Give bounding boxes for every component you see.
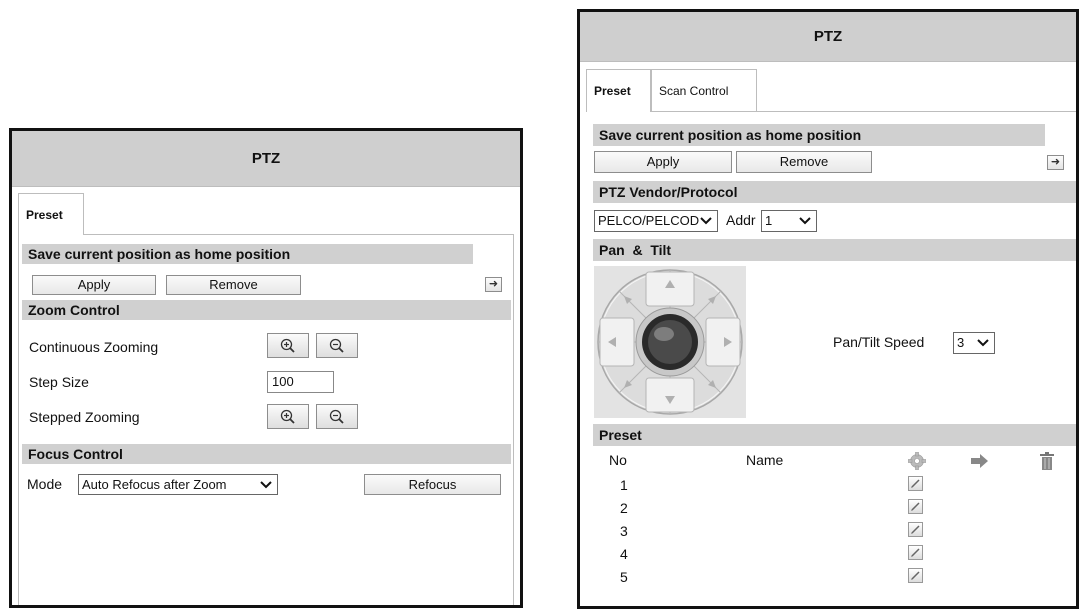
addr-label: Addr [726, 212, 756, 228]
continuous-zooming-label: Continuous Zooming [29, 339, 159, 355]
home-position-header: Save current position as home position [22, 244, 473, 264]
focus-control-header: Focus Control [22, 444, 511, 464]
preset-row-no: 5 [620, 569, 628, 585]
ptz-panel-left: PTZ Preset Save current position as home… [9, 128, 523, 608]
tab-preset[interactable]: Preset [586, 69, 651, 112]
vendor-select[interactable]: PELCO/PELCOD [594, 210, 718, 232]
column-name: Name [746, 452, 784, 468]
pan-tilt-joystick[interactable] [594, 266, 746, 418]
edit-pencil-icon[interactable] [908, 499, 923, 514]
remove-button[interactable]: Remove [736, 151, 872, 173]
refocus-button[interactable]: Refocus [364, 474, 501, 495]
tab-preset[interactable]: Preset [18, 193, 84, 235]
zoom-control-header: Zoom Control [22, 300, 511, 320]
stepped-zoom-in-button[interactable] [267, 404, 309, 429]
stepped-zooming-label: Stepped Zooming [29, 409, 140, 425]
pan-tilt-header: Pan & Tilt [593, 239, 1076, 261]
addr-select-value: 1 [765, 213, 773, 228]
step-size-label: Step Size [29, 374, 89, 390]
edit-pencil-icon[interactable] [908, 545, 923, 560]
zoom-in-icon [280, 338, 295, 353]
mode-select[interactable]: Auto Refocus after Zoom [78, 474, 278, 495]
preset-row-no: 2 [620, 500, 628, 516]
mode-select-value: Auto Refocus after Zoom [82, 477, 227, 492]
remove-button[interactable]: Remove [166, 275, 301, 295]
chevron-down-icon [976, 333, 990, 353]
edit-pencil-icon[interactable] [908, 522, 923, 537]
preset-row-no: 4 [620, 546, 628, 562]
gear-icon [908, 452, 926, 470]
continuous-zoom-in-button[interactable] [267, 333, 309, 358]
arrow-right-icon[interactable]: ➜ [485, 277, 502, 292]
mode-label: Mode [27, 476, 63, 492]
home-position-header: Save current position as home position [593, 124, 1045, 146]
ptz-panel-right: PTZ Preset Scan Control Save current pos… [577, 9, 1079, 609]
edit-pencil-icon[interactable] [908, 476, 923, 491]
tab-scan-control[interactable]: Scan Control [651, 69, 757, 111]
arrow-right-icon[interactable]: ➜ [1047, 155, 1064, 170]
preset-header: Preset [593, 424, 1076, 446]
zoom-out-icon [329, 409, 344, 424]
vendor-select-value: PELCO/PELCOD [598, 213, 700, 228]
addr-select[interactable]: 1 [761, 210, 817, 232]
trash-icon [1040, 452, 1054, 470]
apply-button[interactable]: Apply [594, 151, 732, 173]
stepped-zoom-out-button[interactable] [316, 404, 358, 429]
edit-pencil-icon[interactable] [908, 568, 923, 583]
zoom-in-icon [280, 409, 295, 424]
panel-title: PTZ [12, 131, 520, 187]
pan-tilt-speed-select[interactable]: 3 [953, 332, 995, 354]
chevron-down-icon [259, 475, 273, 494]
panel-title: PTZ [580, 12, 1076, 62]
pan-tilt-speed-value: 3 [957, 335, 965, 350]
goto-arrow-icon [971, 454, 988, 468]
apply-button[interactable]: Apply [32, 275, 156, 295]
continuous-zoom-out-button[interactable] [316, 333, 358, 358]
step-size-input[interactable]: 100 [267, 371, 334, 393]
preset-row-no: 1 [620, 477, 628, 493]
zoom-out-icon [329, 338, 344, 353]
pan-tilt-title: Pan & Tilt [599, 242, 672, 258]
pan-tilt-speed-label: Pan/Tilt Speed [833, 334, 925, 350]
vendor-protocol-header: PTZ Vendor/Protocol [593, 181, 1076, 203]
column-no: No [609, 452, 627, 468]
preset-row-no: 3 [620, 523, 628, 539]
chevron-down-icon [798, 211, 812, 231]
chevron-down-icon [699, 211, 713, 231]
